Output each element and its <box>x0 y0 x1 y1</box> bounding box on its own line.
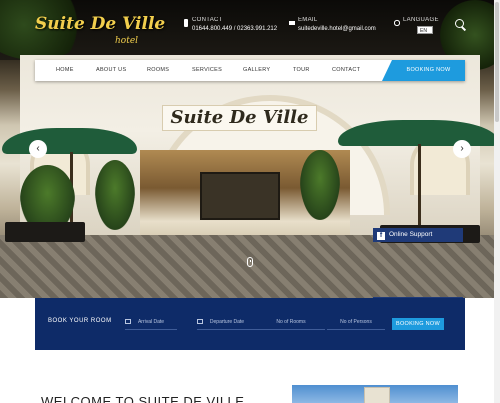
online-support-button[interactable]: f Online Support <box>373 228 463 242</box>
language-info: LANGUAGE EN <box>394 17 439 34</box>
persons-placeholder: No of Persons <box>340 319 372 325</box>
booking-bar: BOOK YOUR ROOM Arrival Date Departure Da… <box>35 298 465 350</box>
rooms-placeholder: No of Rooms <box>276 319 306 325</box>
phone-icon <box>184 19 188 27</box>
email-info: EMAIL suitedeville.hotel@gmail.com <box>289 17 376 32</box>
logo-name: Suite De Ville <box>35 14 166 34</box>
slider-next-button[interactable]: › <box>453 140 471 158</box>
main-nav: HOME ABOUT US ROOMS SERVICES GALLERY TOU… <box>35 60 465 81</box>
rooms-select[interactable]: No of Rooms <box>257 316 325 330</box>
nav-about-us[interactable]: ABOUT US <box>96 60 126 81</box>
palm-plant <box>300 150 340 220</box>
language-icon <box>394 19 400 27</box>
hotel-sign: Suite De Ville <box>162 105 317 131</box>
online-support-label: Online Support <box>389 231 433 238</box>
slider-prev-button[interactable]: ‹ <box>29 140 47 158</box>
contact-label: CONTACT <box>192 17 223 23</box>
nav-home[interactable]: HOME <box>56 60 74 81</box>
palm-plant <box>95 160 135 230</box>
nav-booking-button[interactable]: BOOKING NOW <box>382 60 465 81</box>
arrival-date-field[interactable]: Arrival Date <box>125 316 177 330</box>
outdoor-tables <box>5 222 85 242</box>
booking-now-button[interactable]: BOOKING NOW <box>392 318 444 330</box>
welcome-heading: WELCOME TO SUITE DE VILLE <box>41 394 245 403</box>
umbrella-left <box>2 128 137 242</box>
arrival-date-placeholder: Arrival Date <box>137 319 165 325</box>
umbrella-right <box>338 120 498 234</box>
nav-contact[interactable]: CONTACT <box>332 60 360 81</box>
email-value[interactable]: suitedeville.hotel@gmail.com <box>298 26 376 32</box>
contact-info: CONTACT 01644.800.449 / 02363.991.212 <box>184 17 278 32</box>
departure-date-field[interactable]: Departure Date <box>197 316 257 330</box>
nav-tour[interactable]: TOUR <box>293 60 310 81</box>
facebook-icon: f <box>377 232 385 240</box>
language-label: LANGUAGE <box>403 17 439 23</box>
booking-title: BOOK YOUR ROOM <box>48 318 112 324</box>
nav-services[interactable]: SERVICES <box>192 60 222 81</box>
search-icon[interactable] <box>455 19 464 28</box>
email-label: EMAIL <box>298 17 318 23</box>
language-select[interactable]: EN <box>417 26 433 34</box>
contact-value: 01644.800.449 / 02363.991.212 <box>192 26 278 32</box>
logo[interactable]: Suite De Ville hotel <box>35 14 165 50</box>
nav-rooms[interactable]: ROOMS <box>147 60 169 81</box>
mail-icon <box>289 21 295 25</box>
scrollbar-thumb[interactable] <box>495 2 499 122</box>
persons-select[interactable]: No of Persons <box>327 316 385 330</box>
mouse-scroll-icon[interactable] <box>247 257 253 267</box>
lobby-door <box>200 172 280 220</box>
welcome-image <box>292 385 458 403</box>
logo-subtitle: hotel <box>115 36 139 46</box>
nav-gallery[interactable]: GALLERY <box>243 60 270 81</box>
page-scrollbar[interactable] <box>494 0 500 403</box>
departure-date-placeholder: Departure Date <box>209 319 245 325</box>
